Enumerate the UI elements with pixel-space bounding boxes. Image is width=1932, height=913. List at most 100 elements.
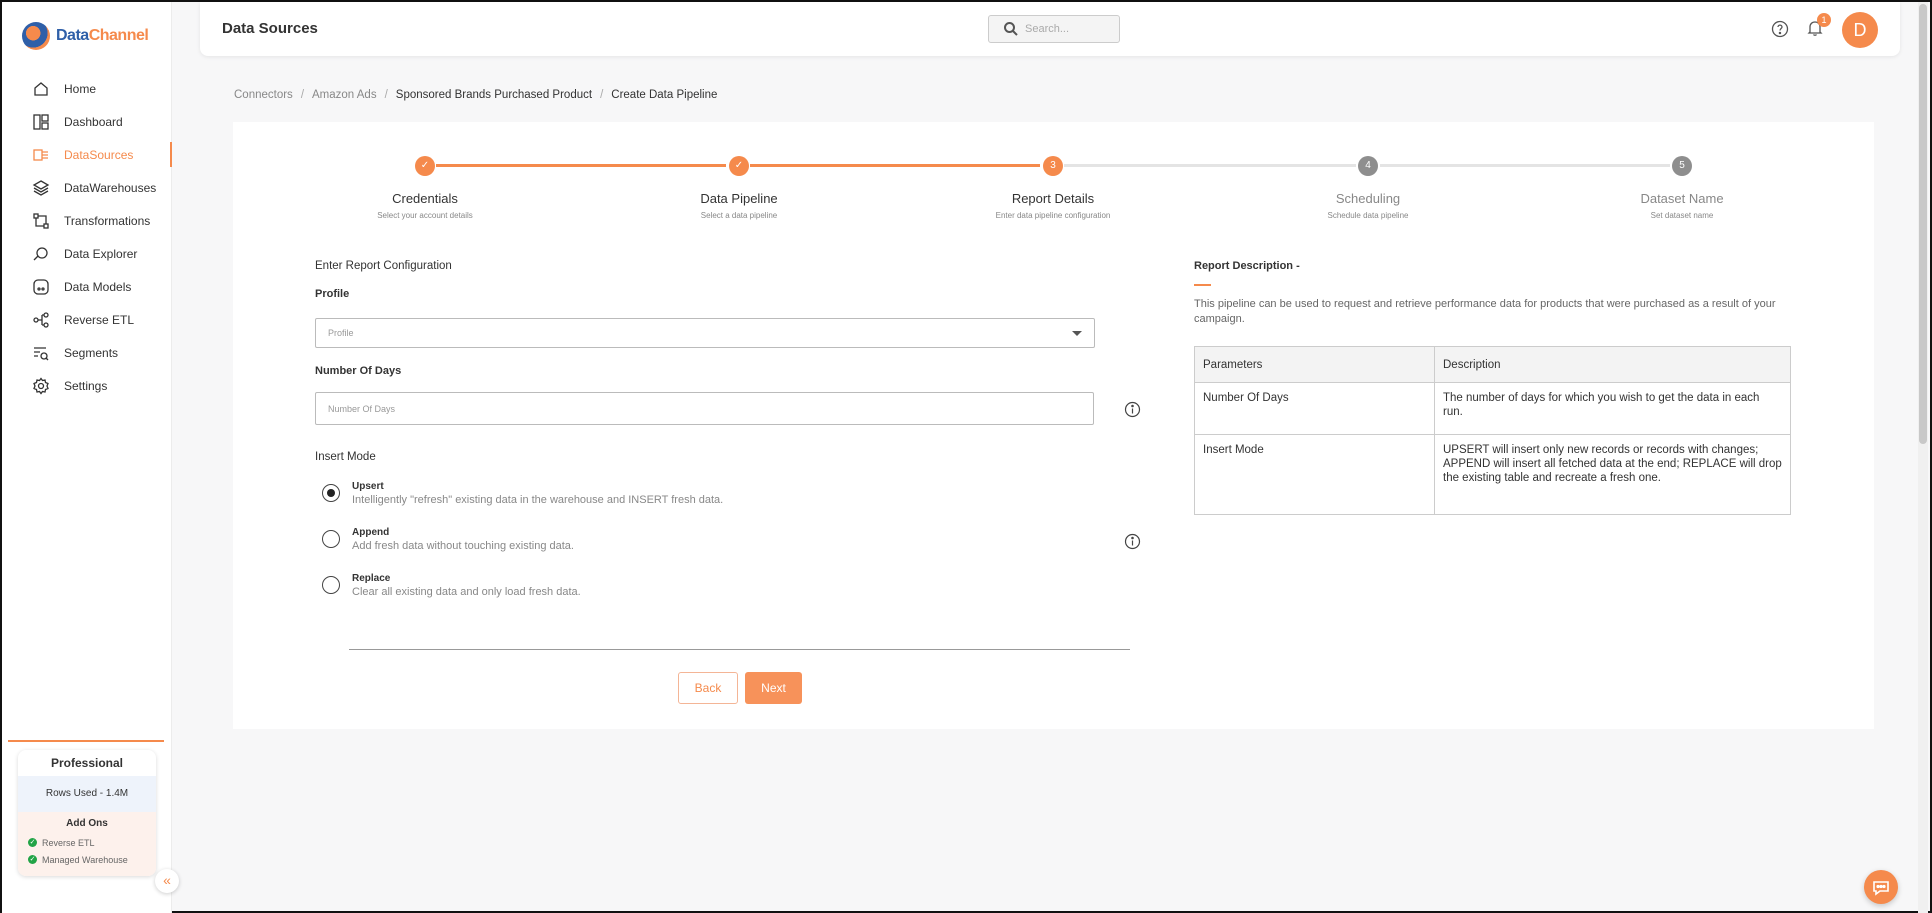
logo-text: DataChannel — [56, 27, 149, 44]
step-1-check-icon: ✓ — [415, 156, 435, 176]
days-input[interactable] — [315, 392, 1094, 425]
plan-addons: Add Ons ✓ Reverse ETL ✓ Managed Warehouse — [18, 812, 156, 876]
plan-title: Professional — [50, 756, 124, 770]
form-divider — [349, 649, 1130, 650]
search-input[interactable] — [1025, 23, 1115, 35]
layers-icon — [32, 179, 50, 196]
breadcrumb-separator: / — [384, 89, 388, 101]
back-button[interactable]: Back — [678, 672, 738, 704]
step-3-indicator: 3 — [1043, 156, 1063, 176]
insert-mode-label: Insert Mode — [315, 451, 376, 463]
next-button[interactable]: Next — [745, 672, 802, 704]
radio-upsert[interactable]: Upsert Intelligently "refresh" existing … — [322, 481, 723, 506]
radio-description: Clear all existing data and only load fr… — [352, 586, 581, 598]
breadcrumb-item[interactable]: Amazon Ads — [312, 89, 377, 101]
check-circle-icon: ✓ — [28, 855, 37, 864]
radio-button-checked[interactable] — [322, 484, 340, 502]
segments-icon — [34, 346, 49, 360]
sidebar-item-reverse-etl[interactable]: Reverse ETL — [2, 303, 172, 336]
breadcrumb-item[interactable]: Sponsored Brands Purchased Product — [396, 89, 592, 101]
breadcrumb-current: Create Data Pipeline — [611, 89, 718, 101]
datasources-icon — [33, 148, 48, 161]
plan-divider — [8, 740, 164, 742]
avatar[interactable]: D — [1842, 12, 1878, 48]
step-3-sublabel: Enter data pipeline configuration — [995, 211, 1111, 220]
sidebar-item-datawarehouses[interactable]: DataWarehouses — [2, 171, 172, 204]
sidebar-item-label: Transformations — [64, 213, 151, 228]
datachannel-logo[interactable]: DataChannel — [22, 22, 149, 50]
table-cell: Number Of Days — [1194, 382, 1435, 435]
sidebar-nav: Home Dashboard DataSources DataWarehouse… — [2, 72, 172, 402]
table-header: Description — [1434, 346, 1791, 383]
sidebar-item-data-explorer[interactable]: Data Explorer — [2, 237, 172, 270]
info-icon[interactable] — [1124, 533, 1141, 550]
table-cell: UPSERT will insert only new records or r… — [1434, 434, 1791, 515]
topbar: Data Sources 1 D — [200, 2, 1900, 56]
step-connector-done — [750, 164, 1040, 167]
sidebar-item-datasources[interactable]: DataSources — [2, 138, 172, 171]
title-underline — [1194, 284, 1211, 286]
table-header: Parameters — [1194, 346, 1435, 383]
step-5-label: Dataset Name — [1640, 191, 1724, 206]
radio-title: Replace — [352, 573, 391, 584]
radio-button[interactable] — [322, 530, 340, 548]
scrollbar-thumb[interactable] — [1919, 4, 1927, 444]
breadcrumb-item[interactable]: Connectors — [234, 89, 293, 101]
models-icon — [33, 278, 49, 295]
step-2-sublabel: Select a data pipeline — [700, 211, 778, 220]
plan-rows-used: Rows Used - 1.4M — [18, 776, 156, 812]
step-1-sublabel: Select your account details — [377, 211, 473, 220]
days-label: Number Of Days — [315, 365, 402, 377]
table-header-row: Parameters Description — [1194, 346, 1791, 383]
help-icon[interactable] — [1771, 20, 1789, 38]
sidebar-item-label: Data Models — [64, 279, 132, 294]
profile-select[interactable]: Profile — [315, 318, 1095, 348]
sidebar-item-label: Data Explorer — [64, 246, 138, 261]
radio-description: Add fresh data without touching existing… — [352, 540, 574, 552]
radio-title: Upsert — [352, 481, 384, 492]
sidebar-item-segments[interactable]: Segments — [2, 336, 172, 369]
search-box[interactable] — [988, 15, 1120, 43]
sidebar-item-label: DataSources — [64, 147, 134, 162]
check-circle-icon: ✓ — [28, 838, 37, 847]
step-4-indicator: 4 — [1358, 156, 1378, 176]
dashboard-icon — [33, 113, 49, 130]
sidebar-item-home[interactable]: Home — [2, 72, 172, 105]
radio-button[interactable] — [322, 576, 340, 594]
parameters-table: Parameters Description Number Of Days Th… — [1194, 346, 1791, 515]
sidebar-item-settings[interactable]: Settings — [2, 369, 172, 402]
radio-append[interactable]: Append Add fresh data without touching e… — [322, 527, 574, 552]
addons-title: Add Ons — [66, 818, 108, 829]
sidebar-item-label: Segments — [64, 345, 119, 360]
step-connector-todo — [1380, 164, 1670, 167]
notification-badge: 1 — [1817, 13, 1831, 27]
table-row: Number Of Days The number of days for wh… — [1194, 382, 1791, 435]
step-3-label: Report Details — [1011, 191, 1095, 206]
sidebar-item-dashboard[interactable]: Dashboard — [2, 105, 172, 138]
profile-label: Profile — [315, 288, 350, 300]
sidebar-item-label: Settings — [64, 378, 108, 393]
report-description-text: This pipeline can be used to request and… — [1194, 298, 1776, 325]
collapse-sidebar-icon[interactable]: « — [155, 869, 179, 893]
table-cell: Insert Mode — [1194, 434, 1435, 515]
chat-button[interactable] — [1864, 870, 1898, 904]
chevron-down-icon — [1072, 331, 1082, 336]
table-row: Insert Mode UPSERT will insert only new … — [1194, 434, 1791, 515]
table-cell: The number of days for which you wish to… — [1434, 382, 1791, 435]
step-5-indicator: 5 — [1672, 156, 1692, 176]
breadcrumb: Connectors / Amazon Ads / Sponsored Bran… — [234, 89, 717, 101]
info-icon[interactable] — [1124, 401, 1141, 418]
radio-replace[interactable]: Replace Clear all existing data and only… — [322, 573, 581, 598]
sidebar-item-transformations[interactable]: Transformations — [2, 204, 172, 237]
sidebar: DataChannel Home Dashboard DataSources D… — [2, 2, 172, 913]
chat-bubble-icon — [1873, 881, 1889, 896]
sidebar-item-data-models[interactable]: Data Models — [2, 270, 172, 303]
addon-item: ✓ Reverse ETL — [28, 837, 95, 848]
step-1-label: Credentials — [392, 191, 458, 206]
report-description-title: Report Description - — [1194, 260, 1300, 272]
search-icon — [1004, 22, 1018, 36]
step-4-sublabel: Schedule data pipeline — [1327, 211, 1409, 220]
explorer-icon — [33, 246, 48, 260]
sidebar-item-label: Reverse ETL — [64, 312, 135, 327]
page-title: Data Sources — [222, 20, 318, 37]
